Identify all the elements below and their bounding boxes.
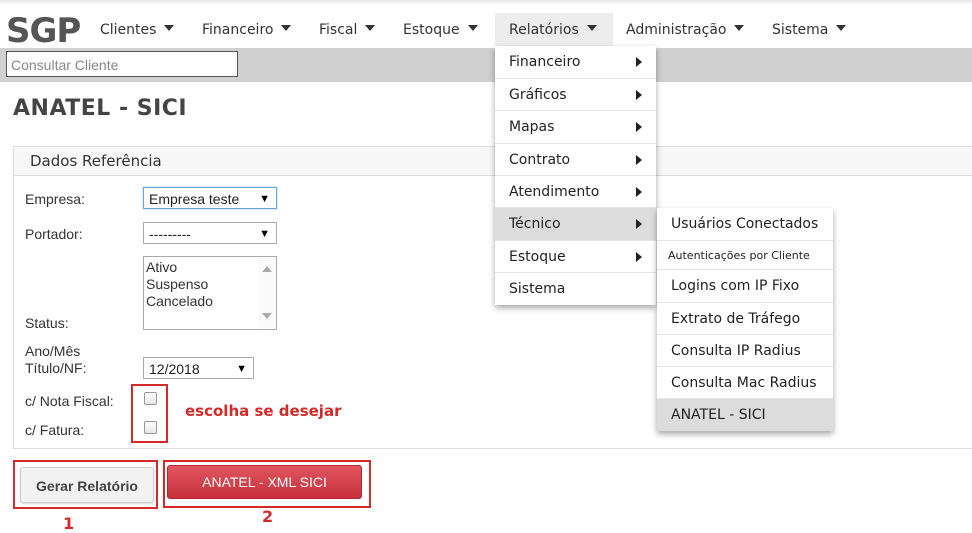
submenu-usuarios-conectados[interactable]: Usuários Conectados (657, 208, 833, 240)
menu-item-tecnico[interactable]: Técnico (495, 207, 656, 240)
submenu-label: Extrato de Tráfego (671, 311, 801, 327)
nav-fiscal[interactable]: Fiscal (319, 13, 376, 48)
nav-label: Relatórios (509, 22, 579, 38)
submenu-consulta-mac-radius[interactable]: Consulta Mac Radius (657, 366, 833, 398)
listbox-scrollbar[interactable] (258, 257, 276, 329)
anomes-value: 12/2018 (149, 361, 200, 377)
caret-down-icon (734, 25, 745, 31)
menu-item-label: Financeiro (509, 54, 581, 70)
nav-financeiro[interactable]: Financeiro (202, 13, 292, 48)
tecnico-submenu: Usuários Conectados Autenticações por Cl… (657, 208, 833, 431)
nav-label: Financeiro (202, 22, 274, 38)
status-listbox[interactable]: Ativo Suspenso Cancelado (143, 256, 277, 330)
nav-relatorios[interactable]: Relatórios (495, 13, 613, 48)
chevron-right-icon (636, 186, 642, 197)
anomes-label: Ano/Mês (25, 343, 81, 359)
menu-item-contrato[interactable]: Contrato (495, 143, 656, 175)
caret-down-icon (836, 25, 847, 31)
nav-clientes[interactable]: Clientes (100, 13, 175, 48)
menu-item-label: Gráficos (509, 87, 567, 103)
chevron-right-icon (636, 122, 642, 132)
submenu-anatel-sici[interactable]: ANATEL - SICI (657, 398, 833, 431)
portador-select[interactable]: --------- ▼ (143, 222, 277, 244)
caret-down-icon (467, 25, 478, 31)
empresa-value: Empresa teste (149, 191, 240, 207)
menu-item-mapas[interactable]: Mapas (495, 110, 656, 143)
caret-down-icon (365, 25, 376, 31)
top-navbar: SGP Clientes Financeiro Fiscal Estoque R… (0, 0, 972, 48)
submenu-label: Autenticações por Cliente (668, 249, 810, 262)
panel-header: Dados Referência (14, 147, 972, 176)
hint-text: escolha se desejar (185, 402, 342, 420)
submenu-consulta-ip-radius[interactable]: Consulta IP Radius (657, 334, 833, 366)
fatura-label: c/ Fatura: (25, 422, 85, 438)
dropdown-arrow-icon: ▼ (236, 363, 247, 375)
dropdown-arrow-icon: ▼ (259, 228, 270, 240)
submenu-extrato-trafego[interactable]: Extrato de Tráfego (657, 302, 833, 334)
menu-item-label: Técnico (509, 216, 561, 232)
chevron-right-icon (636, 219, 642, 229)
menu-item-estoque[interactable]: Estoque (495, 240, 656, 272)
nav-label: Estoque (403, 22, 460, 38)
menu-item-label: Mapas (509, 119, 555, 135)
nav-administracao[interactable]: Administração (626, 13, 745, 48)
menu-item-label: Contrato (509, 152, 571, 168)
submenu-logins-ip-fixo[interactable]: Logins com IP Fixo (657, 269, 833, 302)
submenu-label: Logins com IP Fixo (671, 278, 800, 294)
gerar-relatorio-button[interactable]: Gerar Relatório (20, 467, 154, 503)
chevron-right-icon (636, 154, 642, 165)
caret-down-icon (586, 25, 597, 31)
consultar-cliente-input[interactable]: Consultar Cliente (6, 51, 238, 77)
submenu-autenticacoes[interactable]: Autenticações por Cliente (657, 240, 833, 269)
menu-item-label: Atendimento (509, 184, 600, 200)
empresa-label: Empresa: (25, 191, 85, 207)
chevron-right-icon (636, 57, 642, 67)
menu-item-sistema[interactable]: Sistema (495, 272, 656, 305)
nota-fiscal-label: c/ Nota Fiscal: (25, 393, 114, 409)
nav-label: Administração (626, 22, 727, 38)
empresa-select[interactable]: Empresa teste ▼ (143, 187, 277, 209)
page-title: ANATEL - SICI (13, 96, 188, 121)
chevron-right-icon (636, 251, 642, 262)
menu-item-graficos[interactable]: Gráficos (495, 78, 656, 110)
portador-value: --------- (149, 226, 191, 242)
menu-item-label: Sistema (509, 281, 566, 297)
nav-label: Fiscal (319, 22, 358, 38)
menu-item-atendimento[interactable]: Atendimento (495, 175, 656, 207)
status-option[interactable]: Suspenso (146, 276, 276, 293)
portador-label: Portador: (25, 226, 83, 242)
anomes-select[interactable]: 12/2018 ▼ (143, 357, 254, 379)
chevron-right-icon (636, 89, 642, 100)
anatel-xml-sici-button[interactable]: ANATEL - XML SICI (167, 465, 362, 499)
scroll-arrows-icon (262, 266, 272, 319)
nav-estoque[interactable]: Estoque (403, 13, 478, 48)
submenu-label: ANATEL - SICI (671, 407, 766, 423)
menu-item-label: Estoque (509, 249, 566, 265)
dropdown-arrow-icon: ▼ (259, 193, 270, 205)
menu-item-financeiro[interactable]: Financeiro (495, 46, 656, 78)
relatorios-dropdown: Financeiro Gráficos Mapas Contrato Atend… (495, 46, 656, 305)
status-label: Status: (25, 315, 69, 331)
logo-text: SGP (6, 12, 80, 46)
submenu-label: Usuários Conectados (671, 216, 819, 232)
submenu-label: Consulta IP Radius (671, 343, 801, 359)
titulo-nf-label: Título/NF: (25, 360, 87, 376)
status-option[interactable]: Cancelado (146, 293, 276, 310)
caret-down-icon (281, 25, 292, 31)
caret-down-icon (164, 25, 175, 31)
search-placeholder: Consultar Cliente (11, 57, 119, 73)
sgp-logo: SGP (6, 12, 81, 46)
submenu-label: Consulta Mac Radius (671, 375, 817, 391)
top-shadow (0, 0, 972, 5)
panel-title: Dados Referência (30, 152, 162, 170)
nav-label: Sistema (772, 22, 829, 38)
step-number-2: 2 (262, 507, 274, 526)
step-number-1: 1 (63, 514, 75, 533)
nav-sistema[interactable]: Sistema (772, 13, 847, 48)
checkbox-highlight (131, 384, 168, 443)
nav-label: Clientes (100, 22, 157, 38)
status-option[interactable]: Ativo (146, 259, 276, 276)
